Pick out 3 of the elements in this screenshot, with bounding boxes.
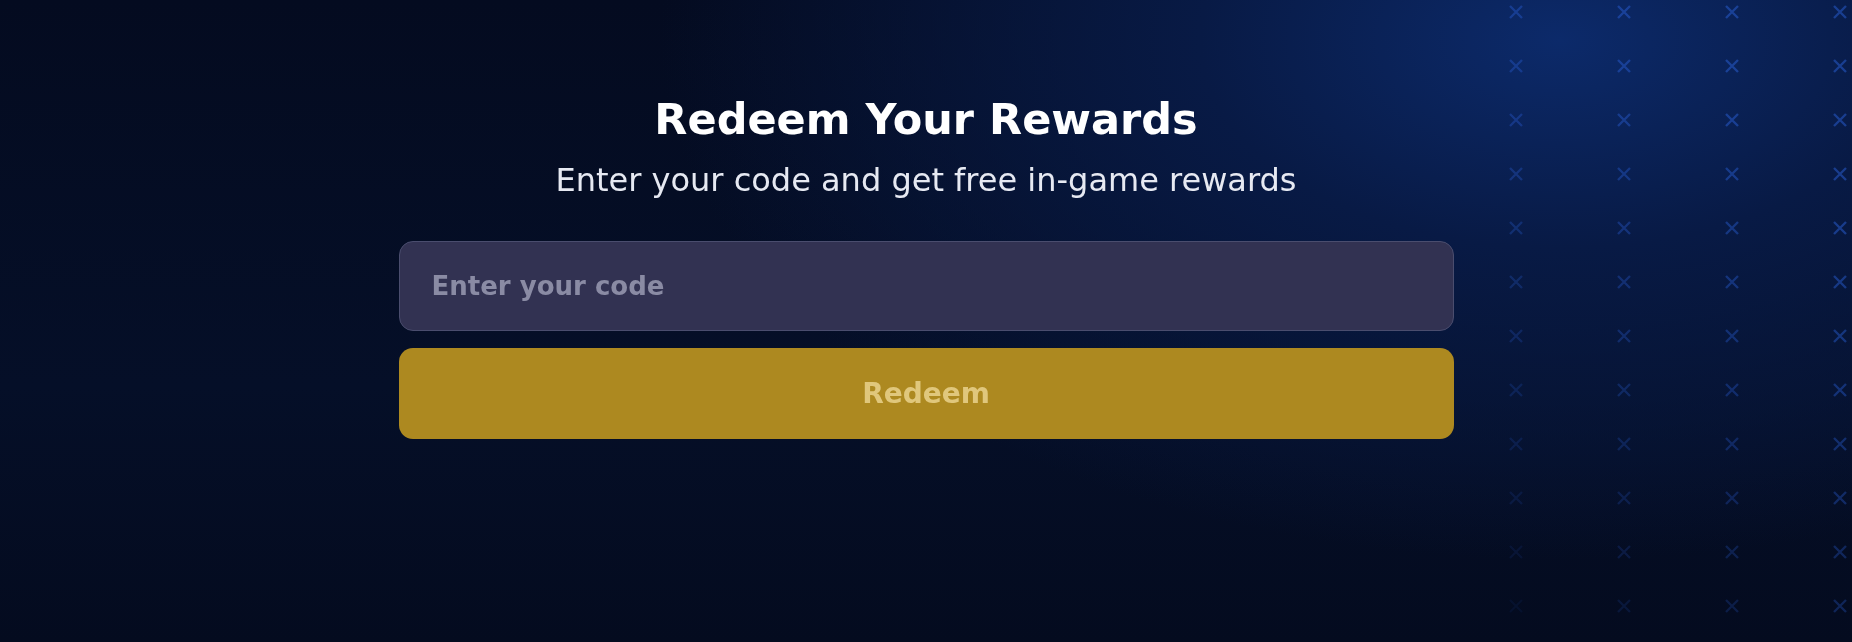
page-subtitle: Enter your code and get free in-game rewards: [555, 160, 1297, 201]
page-title: Redeem Your Rewards: [654, 93, 1198, 146]
code-input-field[interactable]: Enter your code: [398, 241, 1454, 331]
